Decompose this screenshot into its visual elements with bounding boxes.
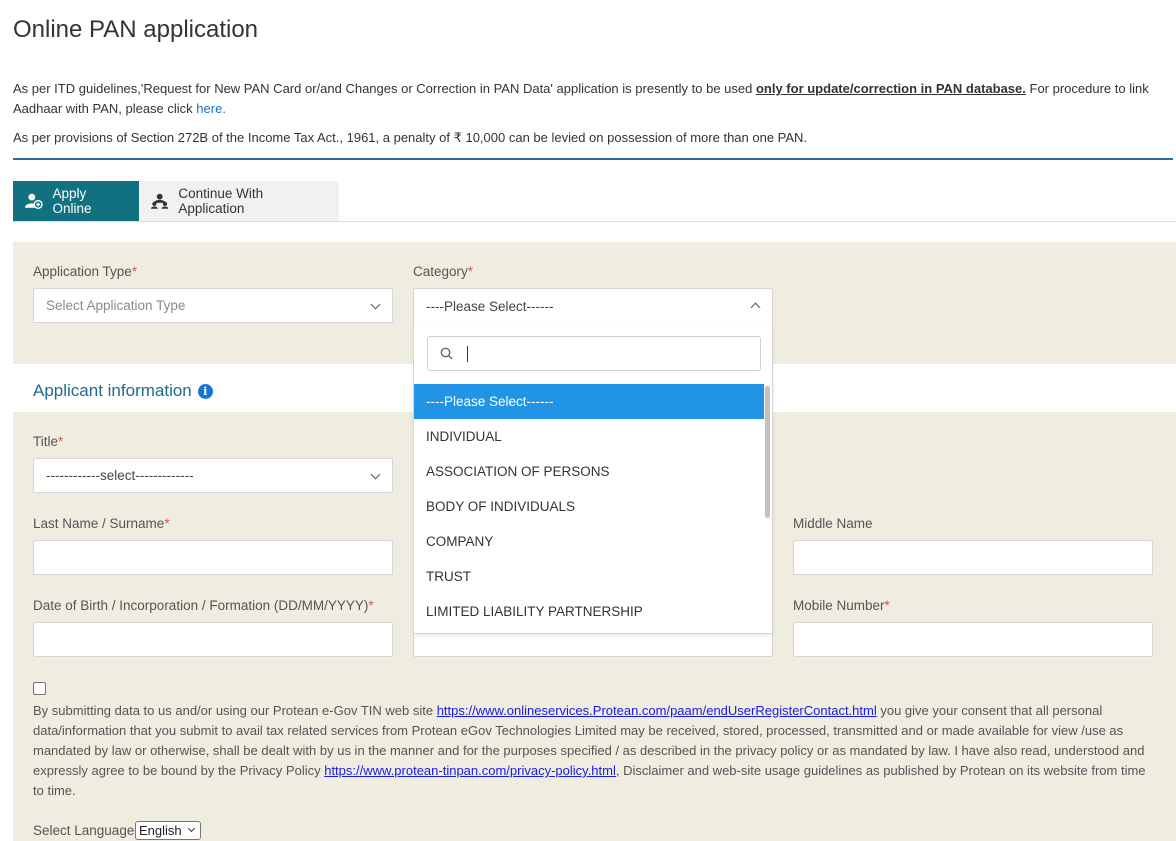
application-type-placeholder: Select Application Type (46, 298, 186, 313)
itd-guideline-notice: As per ITD guidelines,'Request for New P… (13, 79, 1163, 119)
title-label-text: Title (33, 434, 59, 449)
last-name-input[interactable] (33, 540, 393, 575)
chevron-down-icon (187, 824, 196, 833)
category-label: Category* (413, 264, 473, 279)
register-contact-link[interactable]: https://www.onlineservices.Protean.com/p… (437, 703, 877, 718)
mobile-label-text: Mobile Number (793, 598, 885, 613)
chevron-down-icon (370, 469, 381, 480)
dropdown-scrollbar[interactable] (765, 386, 770, 518)
notice-text-1: As per ITD guidelines,'Request for New P… (13, 81, 756, 96)
consent-text-part: By submitting data to us and/or using ou… (33, 703, 437, 718)
chevron-up-icon (750, 302, 761, 313)
category-selected-value: ----Please Select------ (426, 298, 554, 314)
title-selected-value: ------------select------------- (46, 468, 194, 483)
info-icon[interactable]: i (197, 383, 213, 399)
last-name-label-text: Last Name / Surname (33, 516, 165, 531)
dropdown-option[interactable]: LIMITED LIABILITY PARTNERSHIP (414, 594, 764, 629)
tab-continue-with-application[interactable]: Continue With Application (139, 181, 339, 221)
header-divider (13, 158, 1173, 160)
dropdown-option[interactable]: INDIVIDUAL (414, 419, 764, 454)
dob-input[interactable] (33, 622, 393, 657)
page-title: Online PAN application (13, 16, 259, 43)
last-name-label: Last Name / Surname* (33, 516, 170, 531)
mobile-label: Mobile Number* (793, 598, 890, 613)
tab-apply-online[interactable]: Apply Online (13, 181, 139, 221)
applicant-information-text: Applicant information (33, 381, 192, 400)
select-language-label: Select Language (33, 823, 135, 838)
language-selected-value: English (139, 823, 182, 838)
required-marker: * (131, 264, 138, 279)
required-marker: * (164, 516, 170, 531)
consent-checkbox[interactable] (33, 682, 46, 695)
search-icon (440, 347, 453, 360)
mobile-input[interactable] (793, 622, 1153, 657)
application-type-label: Application Type* (33, 264, 137, 279)
notice-bold-text: only for update/correction in PAN databa… (755, 81, 1026, 96)
dropdown-option[interactable]: BODY OF INDIVIDUALS (414, 489, 764, 524)
dropdown-option[interactable]: ASSOCIATION OF PERSONS (414, 454, 764, 489)
tab-divider (13, 221, 1176, 222)
dob-label: Date of Birth / Incorporation / Formatio… (33, 598, 374, 613)
required-marker: * (884, 598, 890, 613)
consent-text: By submitting data to us and/or using ou… (33, 701, 1153, 801)
user-group-icon (151, 193, 169, 209)
required-marker: * (467, 264, 474, 279)
privacy-policy-link[interactable]: https://www.protean-tinpan.com/privacy-p… (324, 763, 616, 778)
application-type-select[interactable]: Select Application Type (33, 288, 393, 323)
dob-label-text: Date of Birth / Incorporation / Formatio… (33, 598, 369, 613)
applicant-information-heading: Applicant information i (33, 381, 213, 401)
title-label: Title* (33, 434, 63, 449)
language-select[interactable]: English (135, 821, 201, 840)
required-marker: * (368, 598, 374, 613)
application-type-label-text: Application Type (33, 264, 132, 279)
category-label-text: Category (413, 264, 468, 279)
aadhaar-link-here[interactable]: here. (196, 101, 226, 116)
penalty-notice: As per provisions of Section 272B of the… (13, 130, 808, 145)
dropdown-option-list: ----Please Select------ INDIVIDUAL ASSOC… (414, 384, 764, 629)
tab-continue-label: Continue With Application (178, 186, 264, 216)
dropdown-option[interactable]: COMPANY (414, 524, 764, 559)
text-caret (467, 345, 468, 362)
first-name-input[interactable] (413, 630, 773, 657)
dropdown-option[interactable]: TRUST (414, 559, 764, 594)
tab-apply-online-label: Apply Online (52, 186, 92, 216)
dropdown-search-input[interactable] (427, 336, 761, 371)
category-dropdown: ----Please Select------ INDIVIDUAL ASSOC… (413, 322, 773, 634)
dropdown-option[interactable]: ----Please Select------ (414, 384, 764, 419)
middle-name-input[interactable] (793, 540, 1153, 575)
category-select[interactable]: ----Please Select------ (413, 288, 773, 323)
title-select[interactable]: ------------select------------- (33, 458, 393, 493)
chevron-down-icon (370, 299, 381, 310)
user-add-icon (25, 193, 43, 209)
middle-name-label: Middle Name (793, 516, 873, 531)
tab-bar: Apply Online Continue With Application (13, 181, 339, 221)
required-marker: * (58, 434, 64, 449)
